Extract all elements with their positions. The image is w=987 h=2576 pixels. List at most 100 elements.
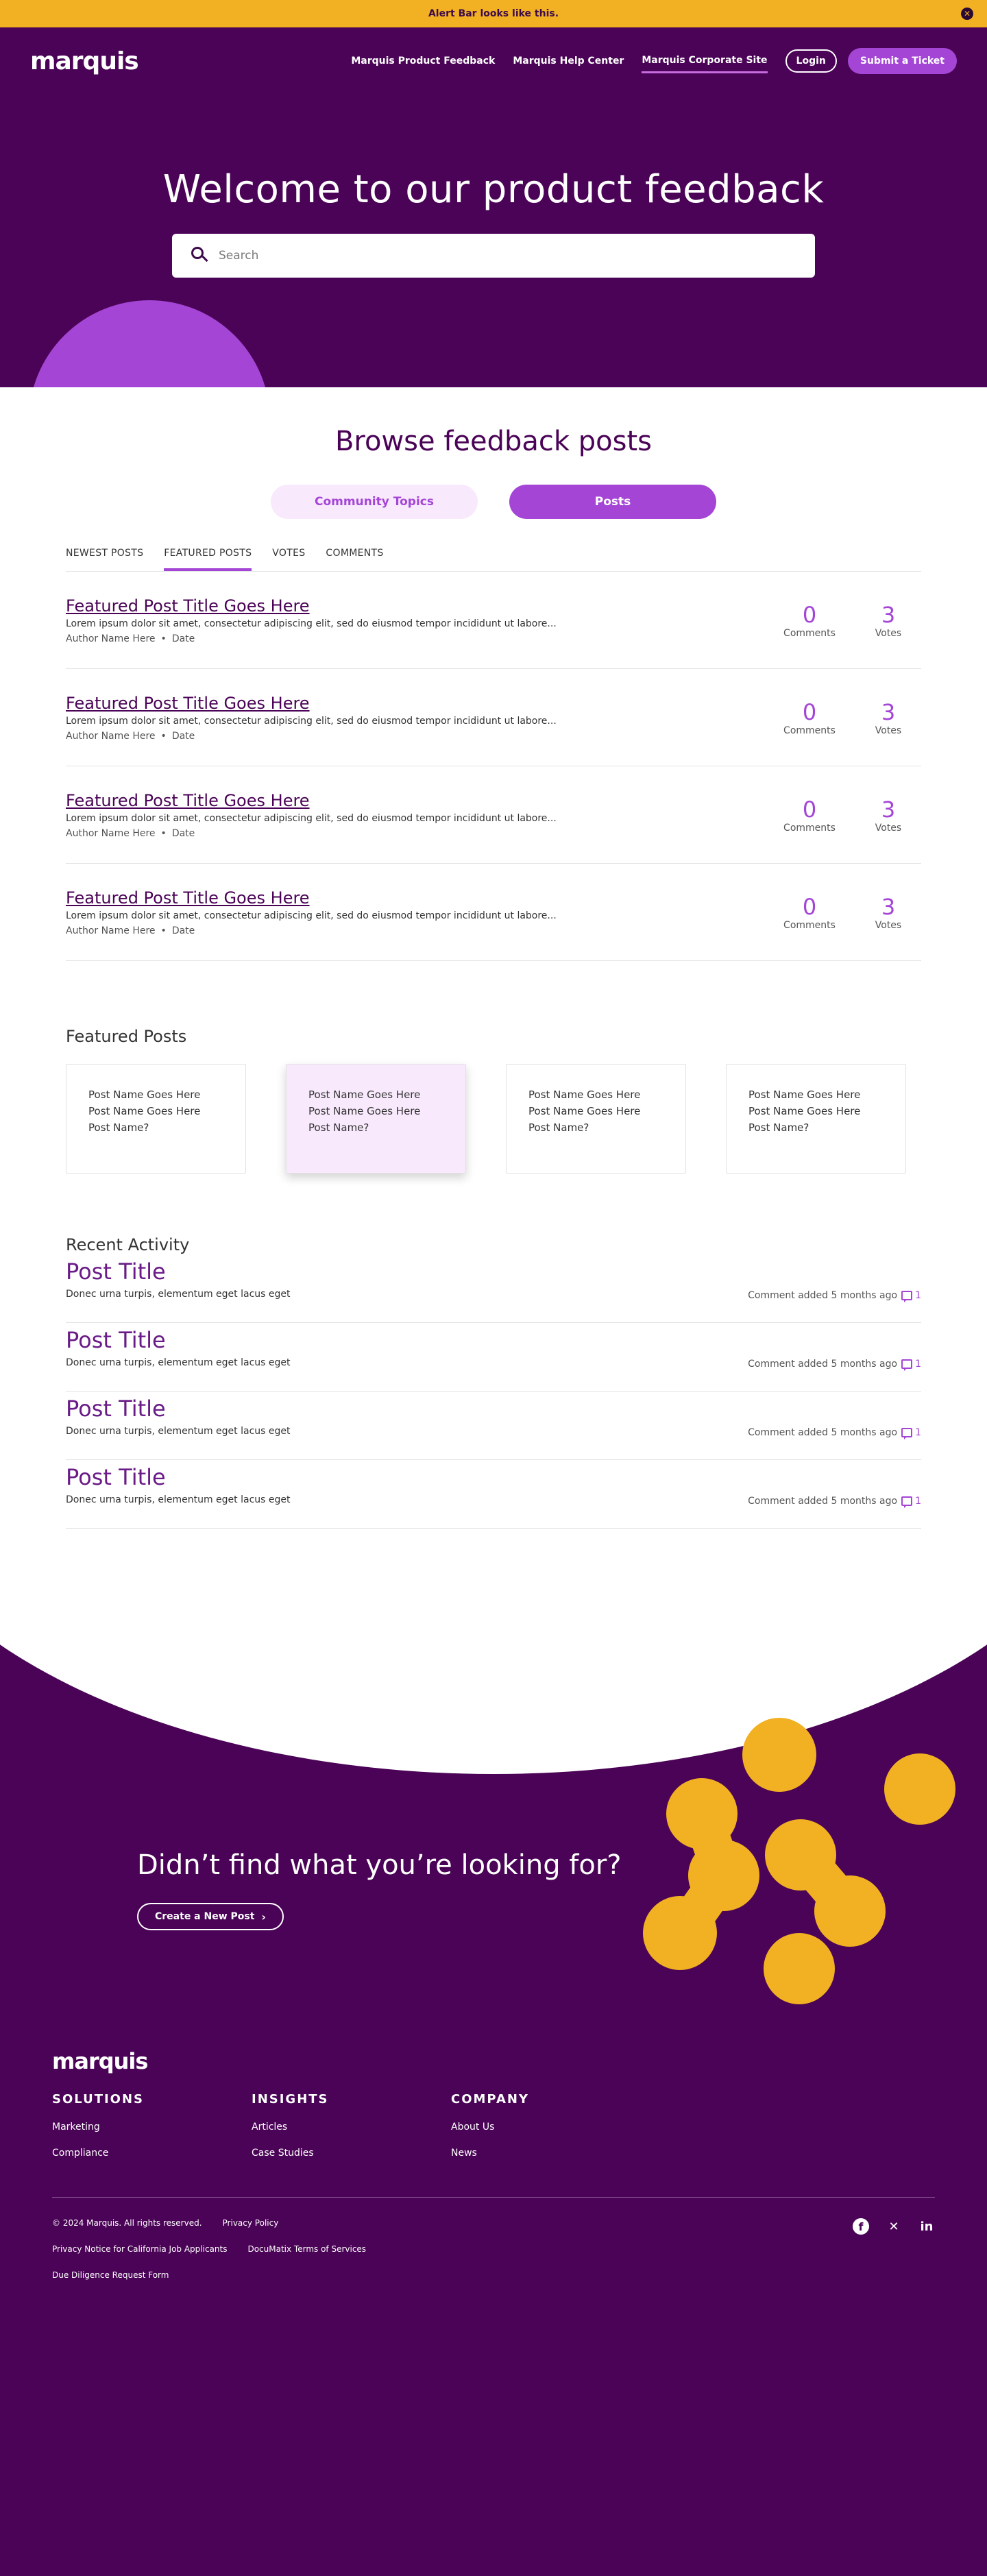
social-links: f ✕ in [853, 2218, 935, 2296]
nav-link-product-feedback[interactable]: Marquis Product Feedback [351, 50, 495, 72]
post-date: Date [171, 925, 195, 936]
posts-toggle[interactable]: Posts [509, 485, 716, 519]
votes-stat: 3 Votes [855, 699, 921, 736]
post-title-link[interactable]: Featured Post Title Goes Here [66, 694, 310, 713]
post-title-link[interactable]: Featured Post Title Goes Here [66, 596, 310, 616]
privacy-ca-link[interactable]: Privacy Notice for California Job Applic… [52, 2244, 227, 2254]
votes-label: Votes [875, 822, 902, 834]
nav-link-help-center[interactable]: Marquis Help Center [513, 50, 624, 72]
activity-subtitle: Donec urna turpis, elementum eget lacus … [66, 1289, 291, 1300]
linkedin-icon[interactable]: in [918, 2218, 935, 2235]
footer-columns: SOLUTIONS Marketing Compliance INSIGHTS … [52, 2092, 935, 2159]
tab-newest-posts[interactable]: NEWEST POSTS [66, 548, 143, 571]
create-post-label: Create a New Post [155, 1911, 255, 1922]
footer-link-news[interactable]: News [451, 2148, 650, 2159]
comments-stat: 0 Comments [772, 699, 847, 736]
post-date: Date [171, 633, 195, 644]
comment-count: 1 [915, 1290, 921, 1301]
featured-card[interactable]: Post Name Goes Here Post Name Goes Here … [286, 1064, 466, 1174]
activity-row: Post Title Donec urna turpis, elementum e… [66, 1460, 921, 1529]
nav-links: Marquis Product Feedback Marquis Help Ce… [333, 48, 957, 74]
featured-card[interactable]: Post Name Goes Here Post Name Goes Here … [506, 1064, 686, 1174]
votes-label: Votes [875, 725, 902, 736]
community-topics-toggle[interactable]: Community Topics [271, 485, 478, 519]
footer-link-about-us[interactable]: About Us [451, 2122, 650, 2133]
x-icon[interactable]: ✕ [886, 2218, 902, 2235]
post-row: Featured Post Title Goes Here Lorem ipsu… [66, 766, 921, 864]
comments-stat: 0 Comments [772, 797, 847, 834]
post-title-link[interactable]: Featured Post Title Goes Here [66, 791, 310, 810]
votes-label: Votes [875, 627, 902, 639]
post-author: Author Name Here [66, 827, 156, 839]
tab-comments[interactable]: COMMENTS [326, 548, 383, 571]
search-bar[interactable] [172, 234, 815, 278]
tab-featured-posts[interactable]: FEATURED POSTS [164, 548, 252, 571]
post-excerpt: Lorem ipsum dolor sit amet, consectetur … [66, 812, 557, 824]
footer-link-case-studies[interactable]: Case Studies [252, 2148, 451, 2159]
search-input[interactable] [219, 249, 796, 263]
post-excerpt: Lorem ipsum dolor sit amet, consectetur … [66, 910, 557, 921]
activity-post-title[interactable]: Post Title [66, 1259, 166, 1285]
submit-ticket-button[interactable]: Submit a Ticket [847, 48, 957, 74]
comment-icon [901, 1359, 913, 1371]
post-title-link[interactable]: Featured Post Title Goes Here [66, 888, 310, 908]
post-meta: Author Name Here • Date [66, 925, 195, 936]
nav-link-corporate-site[interactable]: Marquis Corporate Site [642, 49, 768, 73]
footer-legal: © 2024 Marquis. All rights reserved. Priv… [52, 2218, 366, 2296]
activity-post-title[interactable]: Post Title [66, 1396, 166, 1422]
comments-label: Comments [783, 919, 836, 931]
login-button[interactable]: Login [785, 49, 837, 73]
footer-column-solutions: SOLUTIONS Marketing Compliance [52, 2092, 252, 2159]
create-post-button[interactable]: Create a New Post › [137, 1903, 284, 1930]
votes-count: 3 [881, 601, 896, 628]
post-date: Date [171, 730, 195, 742]
featured-card[interactable]: Post Name Goes Here Post Name Goes Here … [66, 1064, 246, 1174]
activity-meta: Comment added 5 months ago [748, 1496, 898, 1507]
activity-meta: Comment added 5 months ago [748, 1427, 898, 1438]
molecule-graphic [643, 1718, 955, 2004]
facebook-icon[interactable]: f [853, 2218, 869, 2235]
post-meta: Author Name Here • Date [66, 633, 195, 644]
close-icon[interactable]: ✕ [961, 8, 973, 20]
footer: marquis SOLUTIONS Marketing Compliance I… [0, 2048, 987, 2576]
footer-logo[interactable]: marquis [52, 2048, 935, 2074]
activity-post-title[interactable]: Post Title [66, 1464, 166, 1490]
sort-tabs: NEWEST POSTS FEATURED POSTS VOTES COMMEN… [66, 548, 921, 572]
top-nav: marquis Marquis Product Feedback Marquis… [0, 27, 987, 95]
footer-link-marketing[interactable]: Marketing [52, 2122, 252, 2133]
due-diligence-link[interactable]: Due Diligence Request Form [52, 2270, 169, 2280]
comments-label: Comments [783, 725, 836, 736]
post-author: Author Name Here [66, 633, 156, 644]
decorative-circle [29, 300, 270, 387]
footer-link-articles[interactable]: Articles [252, 2122, 451, 2133]
comment-icon [901, 1496, 913, 1508]
terms-link[interactable]: DocuMatix Terms of Services [247, 2244, 366, 2254]
post-date: Date [171, 827, 195, 839]
activity-row: Post Title Donec urna turpis, elementum e… [66, 1254, 921, 1323]
footer-divider [52, 2197, 935, 2198]
votes-count: 3 [881, 796, 896, 823]
post-author: Author Name Here [66, 730, 156, 742]
logo[interactable]: marquis [30, 47, 139, 75]
featured-card[interactable]: Post Name Goes Here Post Name Goes Here … [726, 1064, 906, 1174]
footer-heading: SOLUTIONS [52, 2092, 145, 2106]
privacy-policy-link[interactable]: Privacy Policy [223, 2218, 279, 2228]
browse-title: Browse feedback posts [334, 426, 653, 457]
hero-title: Welcome to our product feedback [162, 167, 825, 212]
comments-count: 0 [802, 698, 817, 725]
post-row: Featured Post Title Goes Here Lorem ipsu… [66, 864, 921, 961]
footer-heading: INSIGHTS [252, 2092, 329, 2106]
chevron-right-icon: › [261, 1910, 266, 1923]
footer-heading: COMPANY [451, 2092, 529, 2106]
comments-count: 0 [802, 796, 817, 823]
activity-post-title[interactable]: Post Title [66, 1327, 166, 1353]
alert-bar: Alert Bar looks like this. ✕ [0, 0, 987, 27]
votes-stat: 3 Votes [855, 894, 921, 931]
comments-stat: 0 Comments [772, 894, 847, 931]
footer-link-compliance[interactable]: Compliance [52, 2148, 252, 2159]
post-excerpt: Lorem ipsum dolor sit amet, consectetur … [66, 715, 557, 727]
activity-subtitle: Donec urna turpis, elementum eget lacus … [66, 1494, 291, 1505]
tab-votes[interactable]: VOTES [272, 548, 305, 571]
search-icon [191, 247, 209, 265]
comment-icon [901, 1291, 913, 1302]
